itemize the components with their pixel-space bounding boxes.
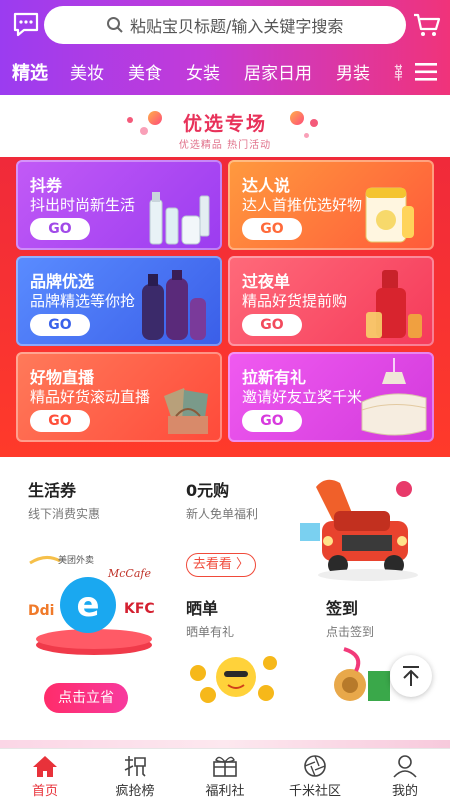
nav-label: 千米社区 xyxy=(288,784,341,799)
go-button[interactable]: GO xyxy=(30,410,90,432)
card-title: 好物直播 xyxy=(30,368,95,387)
top-bar: 粘贴宝贝标题/输入关键字搜索 xyxy=(0,6,450,46)
go-button[interactable]: GO xyxy=(30,218,90,240)
checkin-subtitle: 点击签到 xyxy=(326,625,375,639)
tab-men[interactable]: 男装 xyxy=(336,59,370,84)
nav-label: 福利社 xyxy=(205,784,245,799)
header: 粘贴宝贝标题/输入关键字搜索 精选 美妆 美食 女装 居家日用 男装 鞋 xyxy=(0,0,450,95)
card-title: 拉新有礼 xyxy=(242,368,307,387)
go-button[interactable]: GO xyxy=(242,410,302,432)
menu-icon[interactable] xyxy=(414,61,438,83)
home-icon xyxy=(33,756,57,777)
sun-coins-image[interactable] xyxy=(186,643,280,707)
car-shopping-image[interactable] xyxy=(292,471,424,583)
nav-rush[interactable]: 疯抢榜 xyxy=(90,749,180,800)
arrow-up-icon xyxy=(403,666,419,686)
promo-card-overnight[interactable]: 过夜单 精品好货提前购 GO xyxy=(228,256,434,346)
checkin-gift-image[interactable] xyxy=(324,643,394,713)
promo-card-invite[interactable]: 拉新有礼 邀请好友立奖千米 GO xyxy=(228,352,434,442)
nav-label: 首页 xyxy=(31,784,58,799)
back-to-top-button[interactable] xyxy=(390,655,432,697)
nav-home[interactable]: 首页 xyxy=(0,749,90,800)
tab-featured[interactable]: 精选 xyxy=(12,59,48,85)
share-title[interactable]: 晒单 xyxy=(186,595,218,619)
svg-text:e: e xyxy=(76,585,99,625)
card-subtitle: 抖出时尚新生活 xyxy=(30,196,136,214)
nav-label: 疯抢榜 xyxy=(115,784,155,799)
card-title: 过夜单 xyxy=(242,272,291,291)
cart-icon[interactable] xyxy=(412,10,442,40)
milk-powder-can-image xyxy=(365,187,414,243)
card-subtitle: 精品好货滚动直播 xyxy=(30,388,151,406)
aperture-icon xyxy=(304,755,326,777)
section-title: 优选专场 xyxy=(182,113,267,135)
promo-card-live[interactable]: 好物直播 精品好货滚动直播 GO xyxy=(16,352,222,442)
rush-icon xyxy=(124,756,146,777)
go-button[interactable]: GO xyxy=(242,314,302,336)
tab-beauty[interactable]: 美妆 xyxy=(70,59,104,84)
life-coupon-title[interactable]: 生活券 xyxy=(28,477,76,501)
zero-buy-title[interactable]: 0元购 xyxy=(186,477,229,501)
section-subtitle: 优选精品 热门活动 xyxy=(178,140,272,151)
search-placeholder: 粘贴宝贝标题/输入关键字搜索 xyxy=(130,17,344,36)
go-button[interactable]: GO xyxy=(242,218,302,240)
checkin-title[interactable]: 签到 xyxy=(326,595,358,619)
zero-buy-subtitle: 新人免单福利 xyxy=(186,507,259,521)
nav-label: 我的 xyxy=(391,784,418,799)
promo-grid: 抖券 抖出时尚新生活 GO 达人说 达人首推优选好物 GO 品牌优选 品牌精选等… xyxy=(0,157,450,457)
search-bar[interactable]: 粘贴宝贝标题/输入关键字搜索 xyxy=(44,6,406,44)
card-subtitle: 邀请好友立奖千米 xyxy=(242,388,363,406)
save-now-button[interactable]: 点击立省 xyxy=(44,683,128,713)
card-title: 品牌优选 xyxy=(30,272,95,291)
brand-meituan: 美团外卖 xyxy=(58,554,94,566)
card-subtitle: 品牌精选等你抢 xyxy=(30,292,136,310)
feature-section: 生活券 线下消费实惠 e 美团外卖 McCafe KFC Ddi 点击立省 0元… xyxy=(0,457,450,740)
nav-me[interactable]: 我的 xyxy=(360,749,450,800)
card-subtitle: 达人首推优选好物 xyxy=(242,196,363,214)
shampoo-bottles-image xyxy=(142,270,206,340)
banner-strip xyxy=(0,740,450,748)
category-tabs: 精选 美妆 美食 女装 居家日用 男装 鞋 xyxy=(0,55,450,91)
nav-welfare[interactable]: 福利社 xyxy=(180,749,270,800)
card-subtitle: 精品好货提前购 xyxy=(242,292,348,310)
go-look-button[interactable]: 去看看 〉 xyxy=(186,553,256,577)
tab-women[interactable]: 女装 xyxy=(186,59,220,84)
message-icon[interactable] xyxy=(12,10,40,38)
section-header: 优选专场 优选精品 热门活动 xyxy=(0,95,450,157)
promo-card-brand[interactable]: 品牌优选 品牌精选等你抢 GO xyxy=(16,256,222,346)
tab-home[interactable]: 居家日用 xyxy=(244,59,312,84)
user-icon xyxy=(393,755,417,778)
juicer-image xyxy=(366,270,422,338)
bottom-nav: 首页 疯抢榜 福利社 千米社区 我的 xyxy=(0,748,450,800)
tab-shoes[interactable]: 鞋 xyxy=(394,59,402,84)
life-coupon-subtitle: 线下消费实惠 xyxy=(28,507,101,521)
card-title: 抖券 xyxy=(30,176,63,195)
quilt-image xyxy=(361,358,427,436)
promo-card-daren[interactable]: 达人说 达人首推优选好物 GO xyxy=(228,160,434,250)
brand-didi: Ddi xyxy=(28,603,54,619)
go-button[interactable]: GO xyxy=(30,314,90,336)
brand-kfc: KFC xyxy=(124,601,155,617)
search-icon xyxy=(107,17,123,33)
handbags-image xyxy=(164,388,208,434)
nav-community[interactable]: 千米社区 xyxy=(270,749,360,800)
card-title: 达人说 xyxy=(242,176,291,195)
gift-icon xyxy=(213,756,237,777)
brand-mccafe: McCafe xyxy=(107,567,151,580)
coupon-brands-image[interactable]: e 美团外卖 McCafe KFC Ddi xyxy=(24,553,164,663)
share-subtitle: 晒单有礼 xyxy=(186,625,235,639)
skincare-bottles-image xyxy=(149,192,210,245)
tab-food[interactable]: 美食 xyxy=(128,59,162,84)
promo-card-douquan[interactable]: 抖券 抖出时尚新生活 GO xyxy=(16,160,222,250)
